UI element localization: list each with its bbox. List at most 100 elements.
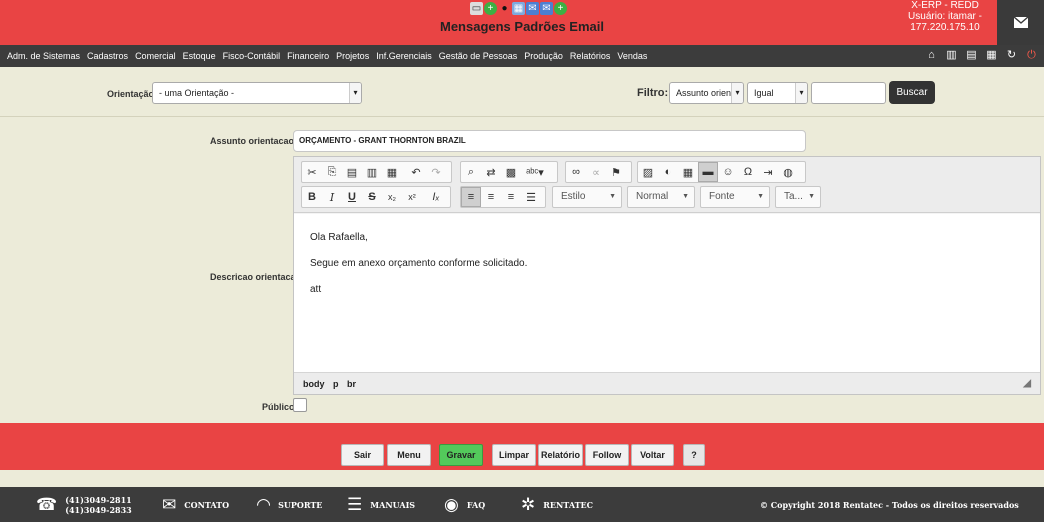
report-button[interactable]: Relatório	[538, 444, 583, 466]
paste-icon[interactable]: ▤	[342, 162, 362, 182]
iframe-globe-icon[interactable]: ◍	[778, 162, 798, 182]
tree-icon[interactable]: ▥	[945, 49, 958, 62]
refresh-icon[interactable]: ↻	[1005, 49, 1018, 62]
menu-gestao-pessoas[interactable]: Gestão de Pessoas	[439, 51, 518, 61]
copy-icon[interactable]: ⎘	[322, 162, 342, 182]
site-footer: ☎ (41)3049-2811 (41)3049-2833 ✉ CONTATO …	[0, 487, 1044, 522]
font-combo[interactable]: Fonte ▼	[700, 186, 770, 208]
support-link[interactable]: ◠ SUPORTE	[257, 487, 322, 522]
email-list-icon[interactable]: ✉	[540, 2, 553, 15]
flash-icon[interactable]: ◐	[658, 162, 678, 182]
table-icon[interactable]: ▦	[678, 162, 698, 182]
copyright: © Copyright 2018 Rentatec - Todos os dir…	[760, 499, 1019, 510]
back-button[interactable]: Voltar	[631, 444, 674, 466]
undo-icon[interactable]: ↶	[406, 162, 426, 182]
add-email-icon[interactable]: +	[554, 2, 567, 15]
filter-field-value: Assunto orient	[676, 88, 734, 98]
filter-value-input[interactable]	[811, 82, 886, 104]
special-char-icon[interactable]: Ω	[738, 162, 758, 182]
menu-adm-sistemas[interactable]: Adm. de Sistemas	[7, 51, 80, 61]
power-icon[interactable]: ⏻	[1025, 49, 1038, 62]
unlink-icon[interactable]: ∝	[586, 162, 606, 182]
clear-button[interactable]: Limpar	[492, 444, 536, 466]
replace-icon[interactable]: ⇄	[481, 162, 501, 182]
follow-up-button[interactable]: Follow Up	[585, 444, 629, 480]
editor-content[interactable]: Ola Rafaella, Segue em anexo orçamento c…	[294, 214, 1040, 372]
paste-text-icon[interactable]: ▥	[362, 162, 382, 182]
smiley-icon[interactable]: ☺	[718, 162, 738, 182]
contacts-icon[interactable]: ▦	[512, 2, 525, 15]
assunto-label: Assunto orientacao*	[210, 136, 298, 146]
find-icon[interactable]: ⌕	[461, 162, 481, 182]
menu-cadastros[interactable]: Cadastros	[87, 51, 128, 61]
filter-operator-select[interactable]: Igual ▾	[747, 82, 808, 104]
envelope-icon: ✉	[162, 494, 177, 515]
orientacao-select[interactable]: - uma Orientação - ▾	[152, 82, 362, 104]
anchor-flag-icon[interactable]: ⚑	[606, 162, 626, 182]
resize-grip-icon[interactable]: ◢	[1023, 373, 1031, 395]
messages-button[interactable]	[997, 0, 1044, 45]
redo-icon[interactable]: ↷	[426, 162, 446, 182]
menu-estoque[interactable]: Estoque	[183, 51, 216, 61]
user-icon[interactable]: ●	[498, 2, 511, 15]
paste-word-icon[interactable]: ▦	[382, 162, 402, 182]
menu-fisco-contabil[interactable]: Fisco-Contábil	[223, 51, 281, 61]
path-p[interactable]: p	[333, 379, 339, 389]
cut-icon[interactable]: ✂	[302, 162, 322, 182]
underline-icon[interactable]: U	[342, 187, 362, 207]
filter-field-select[interactable]: Assunto orient ▾	[669, 82, 744, 104]
books-icon: ☰	[347, 494, 363, 515]
menu-producao[interactable]: Produção	[524, 51, 563, 61]
spellcheck-icon[interactable]: ᵃᵇᶜ▾	[521, 162, 549, 182]
email-icon[interactable]: ✉	[526, 2, 539, 15]
search-button[interactable]: Buscar	[889, 81, 935, 104]
menu-financeiro[interactable]: Financeiro	[287, 51, 329, 61]
rentatec-link[interactable]: ✲ RENTATEC	[521, 487, 593, 522]
menu-comercial[interactable]: Comercial	[135, 51, 176, 61]
document-icon[interactable]: ▤	[965, 49, 978, 62]
size-combo-value: Ta...	[784, 191, 803, 202]
contact-link[interactable]: ✉ CONTATO	[162, 487, 229, 522]
chevron-down-icon: ▾	[795, 83, 807, 103]
footer-spacer	[0, 470, 1044, 487]
menu-button[interactable]: Menu	[387, 444, 431, 466]
publico-checkbox[interactable]	[293, 398, 307, 412]
faq-link[interactable]: ◉ FAQ	[444, 487, 485, 522]
notes-icon[interactable]: ▦	[985, 49, 998, 62]
session-info: X-ERP - REDD Usuário: itamar - 177.220.1…	[880, 0, 1010, 33]
superscript-icon[interactable]: x²	[402, 187, 422, 207]
exit-button[interactable]: Sair	[341, 444, 384, 466]
window-icon[interactable]: ▭	[470, 2, 483, 15]
assunto-input[interactable]: ORÇAMENTO - GRANT THORNTON BRAZIL	[293, 130, 806, 152]
align-left-icon[interactable]: ≡	[461, 187, 481, 207]
subscript-icon[interactable]: x₂	[382, 187, 402, 207]
phone-numbers: (41)3049-2811 (41)3049-2833	[65, 495, 132, 515]
image-icon[interactable]: ▨	[638, 162, 658, 182]
help-button[interactable]: ?	[683, 444, 705, 466]
menu-inf-gerenciais[interactable]: Inf.Gerenciais	[376, 51, 432, 61]
link-icon[interactable]: ∞	[566, 162, 586, 182]
format-combo[interactable]: Normal ▼	[627, 186, 695, 208]
page-break-icon[interactable]: ⇥	[758, 162, 778, 182]
manuals-link[interactable]: ☰ MANUAIS	[347, 487, 415, 522]
add-icon[interactable]: +	[484, 2, 497, 15]
strikethrough-icon[interactable]: S	[362, 187, 382, 207]
select-all-icon[interactable]: ▩	[501, 162, 521, 182]
path-br[interactable]: br	[347, 379, 356, 389]
align-right-icon[interactable]: ≡	[501, 187, 521, 207]
italic-icon[interactable]: I	[322, 187, 342, 207]
style-combo[interactable]: Estilo ▼	[552, 186, 622, 208]
contact-label: CONTATO	[184, 499, 230, 510]
menu-vendas[interactable]: Vendas	[617, 51, 647, 61]
align-justify-icon[interactable]: ☰	[521, 187, 541, 207]
menu-relatorios[interactable]: Relatórios	[570, 51, 611, 61]
home-icon[interactable]: ⌂	[925, 49, 938, 62]
align-center-icon[interactable]: ≡	[481, 187, 501, 207]
save-button[interactable]: Gravar	[439, 444, 483, 466]
path-body[interactable]: body	[303, 379, 325, 389]
menu-projetos[interactable]: Projetos	[336, 51, 369, 61]
bold-icon[interactable]: B	[302, 187, 322, 207]
remove-format-icon[interactable]: Iₓ	[426, 187, 446, 207]
horizontal-rule-icon[interactable]: ▬	[698, 162, 718, 182]
size-combo[interactable]: Ta... ▼	[775, 186, 821, 208]
